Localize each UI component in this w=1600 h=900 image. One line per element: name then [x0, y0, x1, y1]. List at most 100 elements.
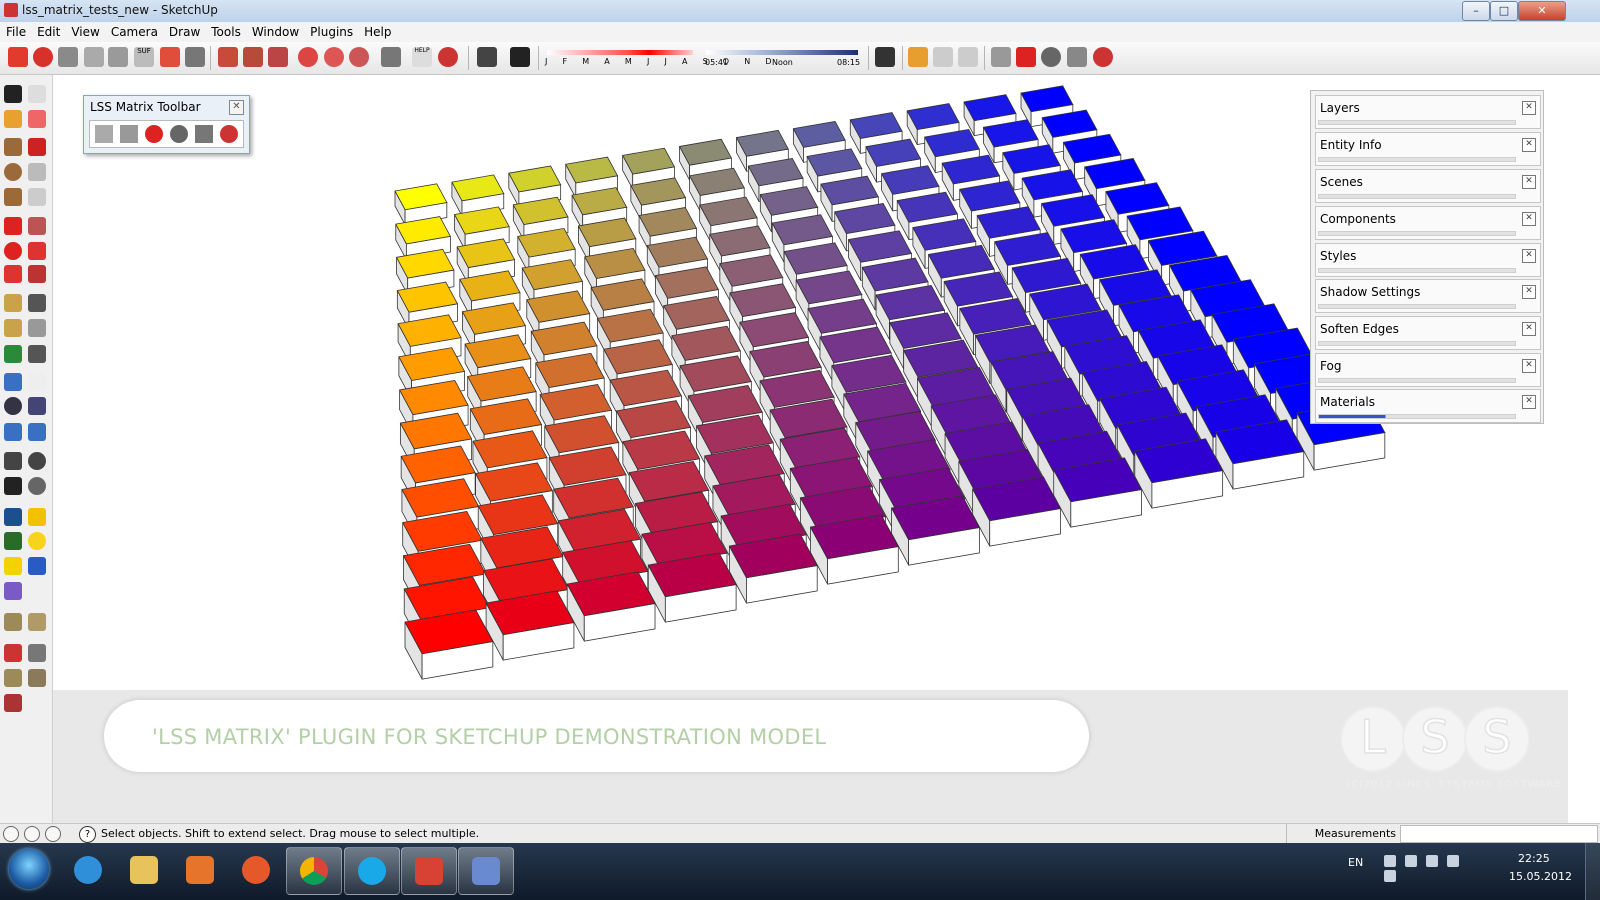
- walk-icon[interactable]: [4, 477, 22, 495]
- tray-panel-shadow-settings[interactable]: Shadow Settings ✕: [1315, 279, 1541, 313]
- tray-panel-materials[interactable]: Materials ✕: [1315, 389, 1541, 423]
- tray-panel-close-icon[interactable]: ✕: [1522, 175, 1536, 189]
- power-icon[interactable]: [1426, 855, 1438, 867]
- menu-tools[interactable]: Tools: [205, 22, 246, 39]
- geo-location-icon[interactable]: [3, 826, 19, 842]
- matrix-block[interactable]: [1053, 457, 1143, 528]
- paint-bucket-icon[interactable]: [4, 110, 22, 128]
- close-button[interactable]: ✕: [1518, 1, 1566, 21]
- taskbar-internet-explorer[interactable]: [61, 847, 115, 893]
- line-icon[interactable]: [28, 138, 46, 156]
- matrix-block[interactable]: [890, 495, 981, 566]
- offset-icon[interactable]: [28, 265, 46, 283]
- stamp-icon[interactable]: [28, 644, 46, 662]
- tray-panel-soften-edges[interactable]: Soften Edges ✕: [1315, 316, 1541, 350]
- taskbar-chrome[interactable]: [286, 847, 342, 895]
- select-tool-icon[interactable]: [4, 85, 22, 103]
- tool-gray-2-icon[interactable]: [958, 47, 978, 67]
- volume-icon[interactable]: [1384, 870, 1396, 882]
- matrix-grid-icon[interactable]: [95, 125, 113, 143]
- shadow-month-slider[interactable]: J F M A M J J A S O N D: [543, 47, 772, 69]
- taskbar-other-app[interactable]: [458, 847, 514, 895]
- polygon-icon[interactable]: [4, 188, 22, 206]
- flip-edge-icon[interactable]: [4, 694, 22, 712]
- maximize-button[interactable]: □: [1490, 1, 1518, 21]
- matrix-block[interactable]: [809, 514, 899, 585]
- shadow-box-icon[interactable]: [510, 47, 530, 67]
- tray-panel-close-icon[interactable]: ✕: [1522, 138, 1536, 152]
- pencil-down-icon[interactable]: [243, 47, 263, 67]
- tray-panel-close-icon[interactable]: ✕: [1522, 359, 1536, 373]
- axes-icon[interactable]: [4, 345, 22, 363]
- tray-panel-close-icon[interactable]: ✕: [1522, 322, 1536, 336]
- arc-icon[interactable]: [28, 163, 46, 181]
- position-camera-icon[interactable]: [4, 452, 22, 470]
- sandbox-from-contours-icon[interactable]: [4, 613, 22, 631]
- minimize-button[interactable]: –: [1462, 1, 1490, 21]
- menu-draw[interactable]: Draw: [163, 22, 205, 39]
- plugin-stop-icon[interactable]: [438, 47, 458, 67]
- tray-panel-close-icon[interactable]: ✕: [1522, 395, 1536, 409]
- make-component-icon[interactable]: [28, 85, 46, 103]
- taskbar-skype[interactable]: [344, 847, 400, 895]
- tray-panel-fog[interactable]: Fog ✕: [1315, 353, 1541, 387]
- orbit-icon[interactable]: [4, 373, 22, 391]
- matrix-block[interactable]: [566, 571, 656, 642]
- pan-icon[interactable]: [28, 373, 46, 391]
- photo-textures-icon[interactable]: [28, 532, 46, 550]
- taskbar-firefox[interactable]: [229, 847, 283, 893]
- shadow-time-slider[interactable]: 05:41 Noon 08:15: [704, 47, 860, 69]
- protractor-icon[interactable]: [4, 319, 22, 337]
- refresh-icon[interactable]: [33, 47, 53, 67]
- dimension-icon[interactable]: [28, 294, 46, 312]
- matrix-block[interactable]: [728, 533, 818, 604]
- network-icon[interactable]: [1447, 855, 1459, 867]
- sun-button[interactable]: SUF: [134, 47, 154, 67]
- grid-icon[interactable]: [160, 47, 180, 67]
- stop-icon[interactable]: [1093, 47, 1113, 67]
- clock-date[interactable]: 15.05.2012: [1509, 870, 1572, 883]
- google-earth-icon[interactable]: [4, 508, 22, 526]
- tray-panel-close-icon[interactable]: ✕: [1522, 249, 1536, 263]
- previous-view-icon[interactable]: [4, 423, 22, 441]
- tray-panel-components[interactable]: Components ✕: [1315, 206, 1541, 240]
- sliders-icon[interactable]: [381, 47, 401, 67]
- tray-panel-close-icon[interactable]: ✕: [1522, 285, 1536, 299]
- smoove-icon[interactable]: [4, 644, 22, 662]
- instructor-help-icon[interactable]: ?: [79, 826, 96, 843]
- section-plane-icon[interactable]: [28, 477, 46, 495]
- tray-panel-close-icon[interactable]: ✕: [1522, 101, 1536, 115]
- components-icon[interactable]: [28, 557, 46, 575]
- zoom-icon[interactable]: [4, 397, 22, 415]
- matrix-block[interactable]: [972, 476, 1062, 547]
- dots-icon[interactable]: [4, 582, 22, 600]
- menu-view[interactable]: View: [65, 22, 104, 39]
- drape-icon[interactable]: [4, 669, 22, 687]
- language-indicator[interactable]: EN: [1348, 856, 1363, 869]
- clock-time[interactable]: 22:25: [1518, 852, 1550, 865]
- matrix-refresh-icon[interactable]: [145, 125, 163, 143]
- push-pull-icon[interactable]: [84, 47, 104, 67]
- scale-tool-icon[interactable]: [4, 265, 22, 283]
- menu-help[interactable]: Help: [358, 22, 396, 39]
- credits-icon[interactable]: [24, 826, 40, 842]
- measurements-input[interactable]: [1400, 825, 1598, 843]
- action-center-icon[interactable]: [1405, 855, 1417, 867]
- help-button[interactable]: HELP: [412, 47, 432, 67]
- tray-panel-scenes[interactable]: Scenes ✕: [1315, 169, 1541, 203]
- 3d-text-icon[interactable]: [28, 345, 46, 363]
- rectangle-icon[interactable]: [4, 138, 22, 156]
- matrix-preview-icon[interactable]: [170, 125, 188, 143]
- matrix-block[interactable]: [485, 590, 575, 661]
- sandbox-icon[interactable]: [908, 47, 928, 67]
- scale-icon[interactable]: [58, 47, 78, 67]
- rotate-icon[interactable]: [4, 242, 22, 260]
- matrix-block[interactable]: [404, 609, 494, 680]
- tray-panel-styles[interactable]: Styles ✕: [1315, 243, 1541, 277]
- menu-window[interactable]: Window: [246, 22, 304, 39]
- pencil-flip-icon[interactable]: [268, 47, 288, 67]
- taskbar-sketchup[interactable]: [401, 847, 457, 895]
- menu-camera[interactable]: Camera: [105, 22, 163, 39]
- start-button[interactable]: [9, 849, 49, 889]
- section-icon[interactable]: [875, 47, 895, 67]
